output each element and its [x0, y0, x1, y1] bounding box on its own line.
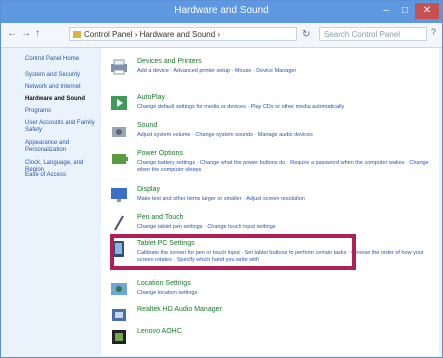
- category-title[interactable]: Lenovo AOHC: [137, 328, 429, 335]
- window-title: Hardware and Sound: [174, 5, 269, 16]
- category-links[interactable]: Change tablet pen settings · Change touc…: [137, 224, 429, 231]
- minimize-button[interactable]: –: [377, 3, 395, 19]
- category-links[interactable]: Change location settings: [137, 290, 429, 297]
- highlight-box: [110, 234, 356, 270]
- control-panel-window: Hardware and Sound – □ ✕ ← → ↑ Control P…: [0, 0, 443, 358]
- printer-icon: [111, 59, 127, 75]
- up-arrow-icon[interactable]: ↑: [35, 28, 40, 39]
- sidebar-item-user-accounts[interactable]: User Accounts and Family Safety: [25, 120, 99, 134]
- address-bar: ← → ↑ Control Panel › Hardware and Sound…: [1, 23, 442, 48]
- sidebar: Control Panel Home System and Security N…: [1, 48, 101, 356]
- maximize-button[interactable]: □: [396, 3, 414, 19]
- pen-icon: [114, 215, 124, 231]
- breadcrumb-path: Control Panel › Hardware and Sound ›: [84, 30, 221, 39]
- category-links[interactable]: Change default settings for media or dev…: [137, 104, 429, 111]
- monitor-icon: [111, 188, 127, 202]
- close-button[interactable]: ✕: [415, 3, 439, 19]
- breadcrumb[interactable]: Control Panel › Hardware and Sound ›: [69, 27, 297, 41]
- category-title[interactable]: Sound: [137, 122, 429, 129]
- sidebar-item-network[interactable]: Network and Internet: [25, 84, 99, 91]
- category-title[interactable]: Devices and Printers: [137, 58, 429, 65]
- category-title[interactable]: Realtek HD Audio Manager: [137, 306, 429, 313]
- battery-icon: [112, 154, 128, 164]
- sidebar-item-appearance[interactable]: Appearance and Personalization: [25, 140, 99, 154]
- category-title[interactable]: Pen and Touch: [137, 214, 429, 221]
- search-input[interactable]: Search Control Panel: [319, 27, 427, 41]
- title-bar[interactable]: Hardware and Sound – □ ✕: [1, 1, 442, 23]
- category-title[interactable]: Power Options: [137, 150, 429, 157]
- refresh-icon[interactable]: ↻: [302, 29, 310, 40]
- category-links[interactable]: Make text and other items larger or smal…: [137, 196, 429, 203]
- category-title[interactable]: AutoPlay: [137, 94, 429, 101]
- folder-icon: [73, 31, 81, 38]
- speaker-icon: [112, 127, 126, 137]
- location-icon: [111, 283, 127, 295]
- help-icon[interactable]: ?: [431, 27, 436, 37]
- back-arrow-icon[interactable]: ←: [7, 28, 17, 39]
- category-title[interactable]: Location Settings: [137, 280, 429, 287]
- category-links[interactable]: Change battery settings · Change what th…: [137, 160, 429, 174]
- lenovo-app-icon: [112, 330, 126, 344]
- forward-arrow-icon[interactable]: →: [21, 28, 31, 39]
- sidebar-item-ease-access[interactable]: Ease of Access: [25, 172, 99, 179]
- category-title[interactable]: Display: [137, 186, 429, 193]
- category-links[interactable]: Adjust system volume · Change system sou…: [137, 132, 429, 139]
- category-links[interactable]: Add a device · Advanced printer setup · …: [137, 68, 429, 75]
- autoplay-icon: [111, 96, 127, 110]
- sidebar-item-control-panel-home[interactable]: Control Panel Home: [25, 56, 99, 63]
- sidebar-item-hardware-sound[interactable]: Hardware and Sound: [25, 96, 99, 103]
- audio-manager-icon: [112, 309, 126, 321]
- sidebar-item-programs[interactable]: Programs: [25, 108, 99, 115]
- sidebar-item-system-security[interactable]: System and Security: [25, 72, 99, 79]
- content-pane: Devices and Printers Add a device · Adva…: [101, 48, 439, 356]
